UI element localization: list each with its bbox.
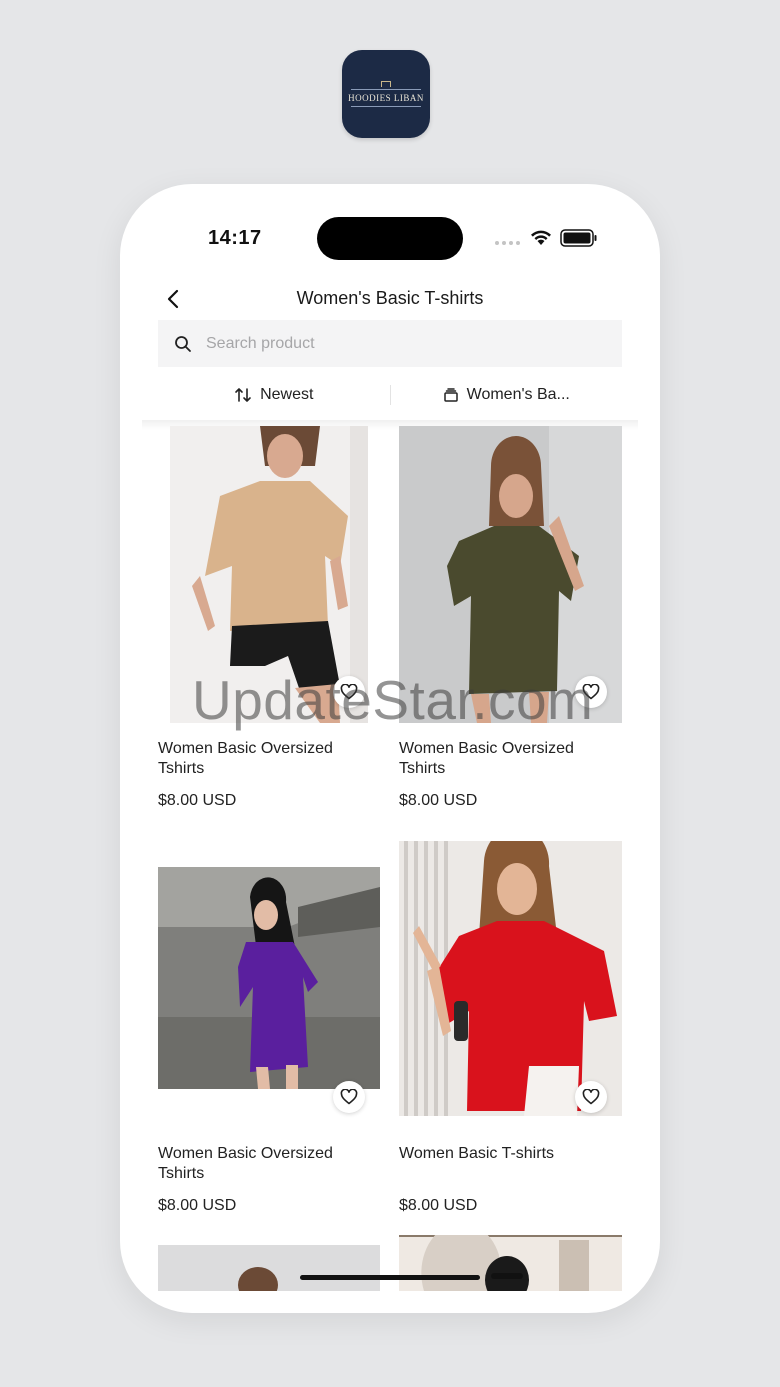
- sort-icon: [235, 388, 251, 402]
- chevron-left-icon: [167, 289, 179, 309]
- crown-icon: [381, 81, 391, 87]
- filter-bar: Newest Women's Ba...: [158, 380, 622, 410]
- heart-icon: [582, 684, 600, 700]
- product-name[interactable]: Women Basic T-shirts: [399, 1144, 621, 1164]
- favorite-button[interactable]: [575, 1081, 607, 1113]
- home-indicator[interactable]: [300, 1275, 480, 1280]
- status-time: 14:17: [208, 227, 262, 249]
- product-price: $8.00 USD: [158, 1197, 237, 1214]
- category-filter-button[interactable]: Women's Ba...: [391, 386, 623, 404]
- product-name[interactable]: Women Basic Oversized Tshirts: [158, 739, 380, 779]
- app-icon: HOODIES LIBAN: [342, 50, 430, 138]
- search-bar[interactable]: [158, 320, 622, 367]
- page-title: Women's Basic T-shirts: [296, 288, 484, 308]
- search-input[interactable]: [206, 334, 586, 353]
- product-price: $8.00 USD: [399, 1197, 478, 1214]
- dynamic-island: [317, 217, 463, 260]
- sort-button[interactable]: Newest: [158, 386, 390, 404]
- back-button[interactable]: [158, 284, 188, 314]
- product-price: $8.00 USD: [158, 792, 237, 809]
- heart-icon: [340, 684, 358, 700]
- favorite-button[interactable]: [333, 676, 365, 708]
- product-name[interactable]: Women Basic Oversized Tshirts: [158, 1144, 380, 1184]
- product-image[interactable]: [399, 841, 622, 1116]
- phone-screen: 14:17 Women's Basic T-shirts Search prod…: [120, 184, 660, 1313]
- battery-icon: [560, 229, 597, 247]
- product-image[interactable]: [158, 867, 380, 1089]
- sort-label: Newest: [260, 386, 314, 403]
- category-label: Women's Ba...: [466, 386, 570, 403]
- search-icon: [174, 335, 192, 353]
- cellular-signal-icon: [495, 241, 520, 245]
- product-price: $8.00 USD: [399, 792, 478, 809]
- product-image[interactable]: [399, 1235, 622, 1291]
- wifi-icon: [531, 230, 551, 245]
- favorite-button[interactable]: [333, 1081, 365, 1113]
- collection-icon: [443, 388, 458, 402]
- app-brand-name: HOODIES LIBAN: [348, 93, 424, 103]
- heart-icon: [340, 1089, 358, 1105]
- heart-icon: [582, 1089, 600, 1105]
- product-name[interactable]: Women Basic Oversized Tshirts: [399, 739, 621, 779]
- product-image[interactable]: [158, 1245, 380, 1291]
- favorite-button[interactable]: [575, 676, 607, 708]
